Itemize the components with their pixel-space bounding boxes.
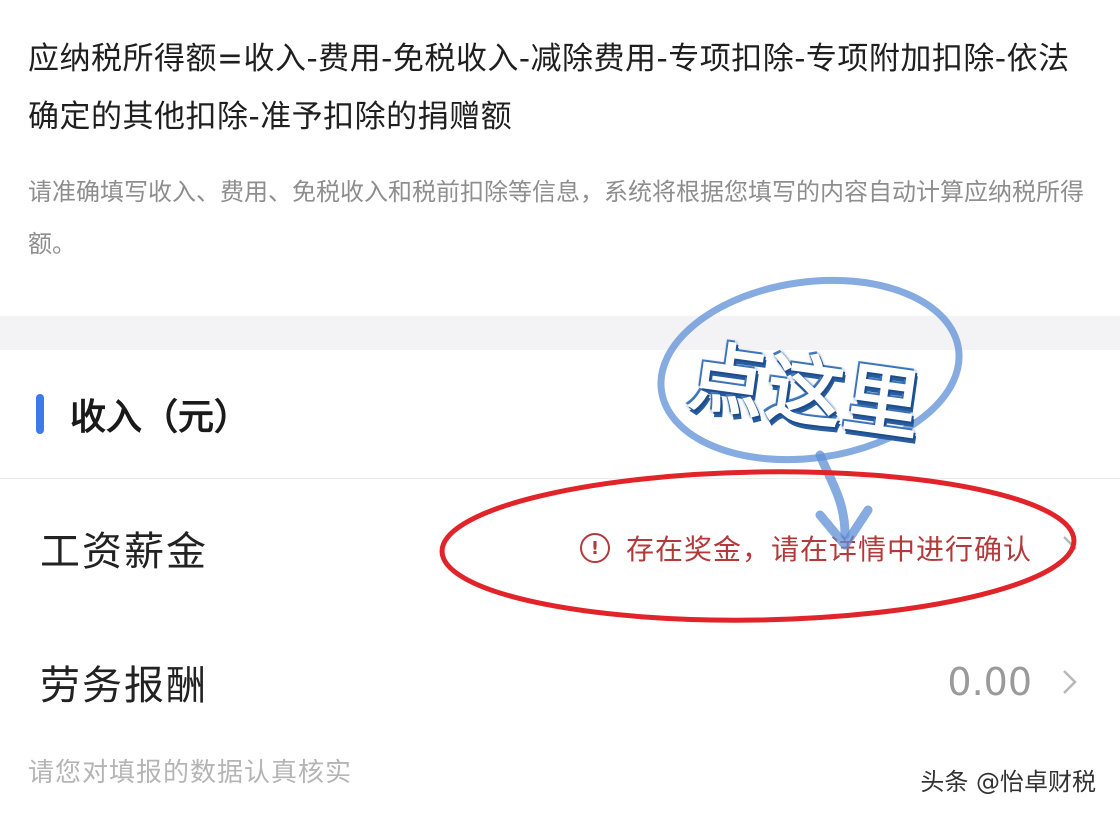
formula-text: 应纳税所得额=收入-费用-免税收入-减除费用-专项扣除-专项附加扣除-依法确定的…	[28, 41, 1070, 135]
chevron-right-icon	[1060, 533, 1080, 563]
row-right: 0.00	[947, 660, 1080, 704]
row-wages-salary[interactable]: 工资薪金 ! 存在奖金，请在详情中进行确认	[0, 498, 1120, 598]
row-value: 0.00	[947, 660, 1032, 704]
chevron-right-icon	[1060, 667, 1080, 697]
page: 应纳税所得额=收入-费用-免税收入-减除费用-专项扣除-专项附加扣除-依法确定的…	[0, 0, 1120, 816]
section-header: 收入（元）	[36, 384, 250, 444]
section-accent-bar	[36, 394, 44, 434]
bonus-warning-text: 存在奖金，请在详情中进行确认	[625, 533, 1032, 566]
section-title: 收入（元）	[70, 397, 251, 438]
annotation-blue-circle	[657, 276, 963, 464]
divider	[0, 478, 1120, 479]
row-right: ! 存在奖金，请在详情中进行确认	[579, 528, 1080, 568]
section-gap	[0, 316, 1120, 350]
row-label: 劳务报酬	[40, 663, 208, 709]
footnote-text: 请您对填报的数据认真核实	[28, 758, 353, 788]
warning-icon: !	[579, 533, 610, 563]
row-label: 工资薪金	[40, 529, 208, 575]
row-labor-remuneration[interactable]: 劳务报酬 0.00	[0, 632, 1120, 732]
watermark: 头条 @怡卓财税	[920, 768, 1096, 796]
description-text: 请准确填写收入、费用、免税收入和税前扣除等信息，系统将根据您填写的内容自动计算应…	[28, 178, 1084, 258]
